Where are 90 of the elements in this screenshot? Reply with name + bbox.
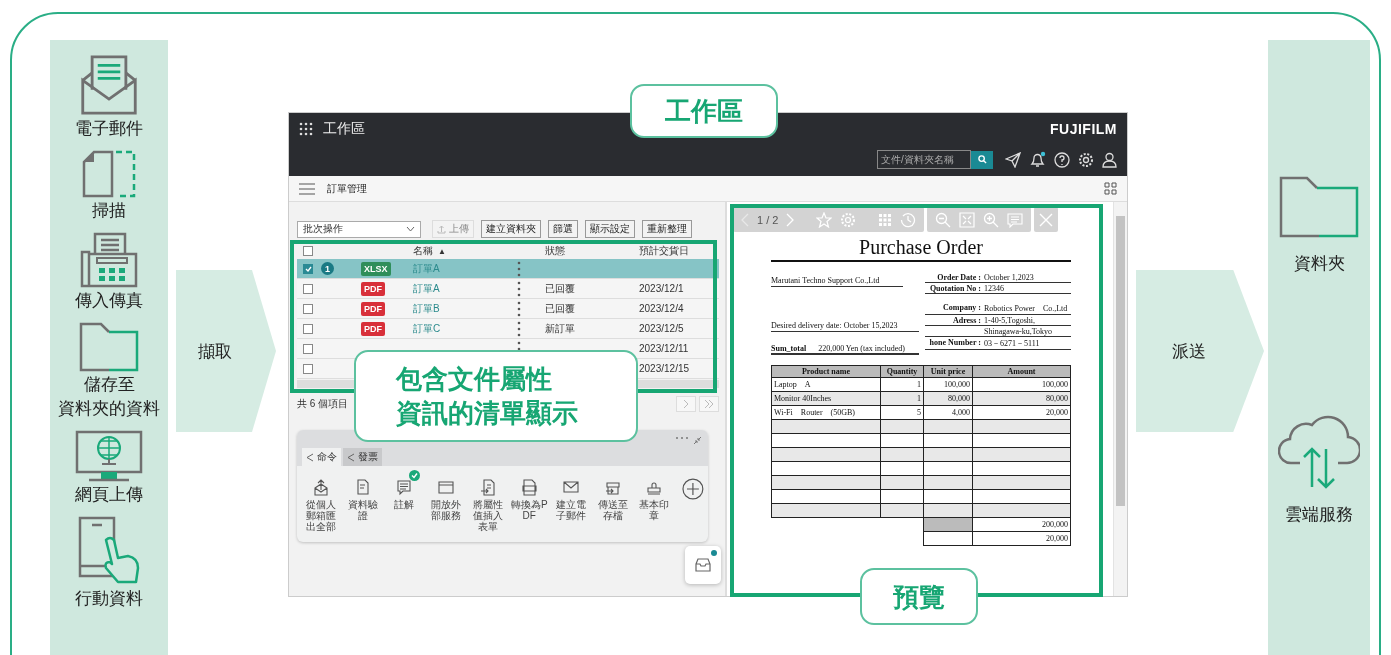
column-header[interactable]: 預計交貨日 bbox=[639, 244, 719, 258]
toolbar-button[interactable]: 重新整理 bbox=[642, 220, 692, 238]
panel-tab[interactable]: 發票 bbox=[343, 448, 382, 466]
column-header: Unit price bbox=[923, 365, 973, 378]
table-cell: 100,000 bbox=[972, 377, 1071, 392]
app-title: 工作區 bbox=[323, 119, 365, 138]
total-cell: 20,000 bbox=[972, 531, 1071, 546]
command-button[interactable]: 資料驗證 bbox=[342, 474, 383, 521]
command-button[interactable]: 轉換為PDF bbox=[509, 474, 550, 521]
date-cell: 2023/12/15 bbox=[639, 363, 690, 374]
column-header[interactable]: 狀態 bbox=[545, 244, 639, 258]
command-button[interactable]: 建立電子郵件 bbox=[551, 474, 591, 521]
table-cell: 20,000 bbox=[972, 405, 1071, 420]
destination-label: 雲端服務 bbox=[1285, 504, 1353, 526]
date-cell: 2023/12/5 bbox=[639, 323, 684, 334]
table-row[interactable]: PDF 訂單C 新訂單 2023/12/5 bbox=[297, 319, 719, 339]
capture-label: 擷取 bbox=[198, 341, 232, 363]
callout-tooltip: 包含文件屬性 資訊的清單顯示 bbox=[354, 350, 638, 442]
sort-indicator[interactable]: ▲ bbox=[438, 246, 446, 256]
command-button[interactable]: 從個人郵箱匯出全部 bbox=[301, 474, 341, 532]
delivery-date: Desired delivery date: October 15,2023 bbox=[771, 321, 919, 332]
date-cell: 2023/12/11 bbox=[639, 343, 689, 354]
source-label: 儲存至 bbox=[83, 374, 135, 396]
column-header[interactable]: 名稱 bbox=[413, 244, 433, 258]
file-type-badge: PDF bbox=[361, 282, 385, 296]
table-cell: 4,000 bbox=[923, 405, 973, 420]
table-cell: 5 bbox=[880, 405, 924, 420]
field-value: 03－6271－5111 bbox=[984, 338, 1040, 349]
field-label: Quotation No : bbox=[928, 284, 981, 293]
table-row[interactable]: 1 XLSX 訂單A bbox=[297, 259, 719, 279]
search-field[interactable]: 文件/資料夾名稱 bbox=[877, 150, 971, 169]
field-value: 1-40-5,Togoshi, bbox=[984, 316, 1035, 325]
file-name[interactable]: 訂單A bbox=[413, 282, 440, 294]
batch-action-dropdown[interactable]: 批次操作 bbox=[297, 220, 421, 238]
field-label: Adress : bbox=[951, 316, 981, 325]
date-cell: 2023/12/1 bbox=[639, 283, 684, 294]
toolbar-button[interactable]: 顯示設定 bbox=[585, 220, 635, 238]
source-label: 資料夾的資料 bbox=[58, 398, 160, 420]
table-cell: Wi-Fi Router (50GB) bbox=[771, 405, 881, 420]
source-label: 網頁上傳 bbox=[75, 484, 143, 506]
field-value: October 1,2023 bbox=[984, 273, 1034, 282]
source-label: 電子郵件 bbox=[75, 118, 143, 140]
item-count: 共 6 個項目 bbox=[297, 397, 349, 411]
date-cell: 2023/12/4 bbox=[639, 303, 684, 314]
source-label: 行動資料 bbox=[75, 588, 143, 610]
table-cell: 1 bbox=[880, 377, 924, 392]
status-cell: 已回覆 bbox=[545, 302, 575, 314]
field-value: Robotics Power Co.,Ltd bbox=[984, 303, 1068, 314]
file-name[interactable]: 訂單B bbox=[413, 302, 440, 314]
file-type-badge: PDF bbox=[361, 302, 385, 316]
count-badge: 1 bbox=[321, 262, 334, 275]
command-button[interactable]: 開放外部服務 bbox=[426, 474, 466, 521]
table-row[interactable]: PDF 訂單A 已回覆 2023/12/1 bbox=[297, 279, 719, 299]
table-row[interactable]: PDF 訂單B 已回覆 2023/12/4 bbox=[297, 299, 719, 319]
table-cell: Laptop A bbox=[771, 377, 881, 392]
file-name[interactable]: 訂單C bbox=[413, 322, 441, 334]
column-header: Product name bbox=[771, 365, 881, 378]
source-label: 掃描 bbox=[92, 200, 126, 222]
field-label: Order Date : bbox=[936, 273, 981, 282]
table-cell: 100,000 bbox=[923, 377, 973, 392]
destination-label: 資料夾 bbox=[1293, 253, 1345, 275]
document-title: Purchase Order bbox=[771, 236, 1071, 262]
brand-logo: FUJIFILM bbox=[1050, 120, 1117, 137]
toolbar-button[interactable]: 建立資料夾 bbox=[481, 220, 541, 238]
sum-label: Sum_total bbox=[771, 344, 807, 353]
file-type-badge: PDF bbox=[361, 322, 385, 336]
field-label: hone Number : bbox=[928, 338, 981, 349]
toolbar-button[interactable]: 篩選 bbox=[548, 220, 578, 238]
field-value: 12346 bbox=[984, 284, 1004, 293]
field-label: Company : bbox=[942, 303, 981, 314]
page-number: 1 / 2 bbox=[757, 213, 779, 226]
field-value: Shinagawa-ku,Tokyo bbox=[984, 327, 1053, 336]
command-button[interactable]: 基本印章 bbox=[634, 474, 675, 521]
status-cell: 已回覆 bbox=[545, 282, 575, 294]
column-header: Amount bbox=[972, 365, 1071, 378]
command-button[interactable]: 將屬性值插入表單 bbox=[467, 474, 508, 532]
command-button[interactable]: 傳送至存檔 bbox=[592, 474, 633, 521]
deliver-label: 派送 bbox=[1172, 341, 1206, 363]
callout-tooltip: 預覽 bbox=[860, 568, 978, 625]
total-cell: 200,000 bbox=[972, 517, 1071, 532]
source-label: 傳入傳真 bbox=[75, 290, 143, 312]
page-title: 訂單管理 bbox=[327, 181, 367, 196]
column-header: Quantity bbox=[880, 365, 924, 378]
file-type-badge: XLSX bbox=[361, 262, 391, 276]
sum-value: 220,000 Yen (tax included) bbox=[818, 344, 905, 353]
panel-tab[interactable]: 命令 bbox=[302, 448, 341, 466]
command-button[interactable]: 註解 bbox=[384, 474, 425, 510]
status-cell: 新訂單 bbox=[545, 322, 575, 334]
callout-tooltip: 工作區 bbox=[630, 84, 778, 138]
customer-name: Marutani Techno Support Co.,Ltd bbox=[771, 276, 903, 287]
